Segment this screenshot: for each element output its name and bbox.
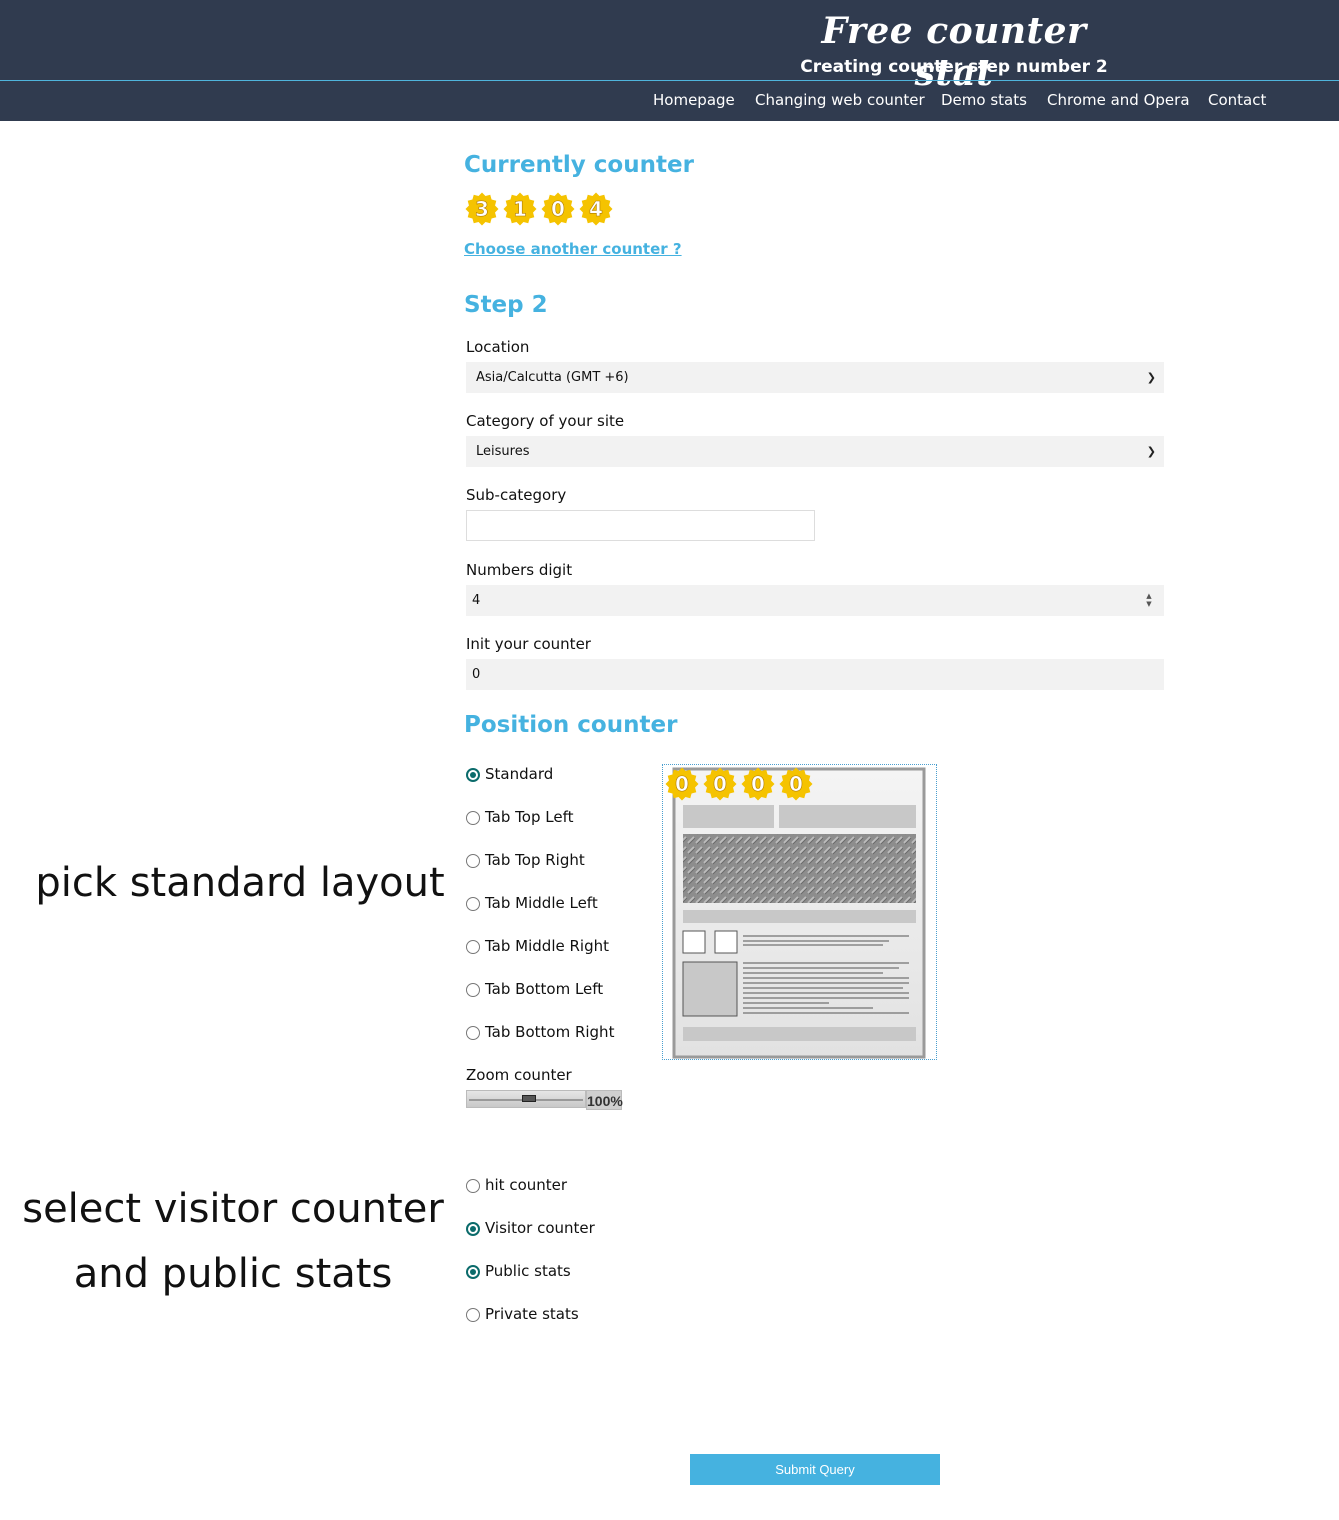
counter-digit: 1 — [503, 192, 537, 226]
radio-indicator[interactable] — [466, 983, 480, 997]
svg-text:0: 0 — [675, 772, 689, 796]
radio-indicator[interactable] — [466, 1308, 480, 1322]
position-counter-heading: Position counter — [464, 712, 678, 738]
radio-indicator[interactable] — [466, 940, 480, 954]
init-counter-input[interactable]: 0 — [466, 659, 1164, 690]
spin-down-icon[interactable]: ▼ — [1142, 600, 1156, 608]
submit-query-button[interactable]: Submit Query — [690, 1454, 940, 1485]
nav-chrome-and-opera[interactable]: Chrome and Opera — [1047, 91, 1190, 109]
preview-digit: 0 — [741, 767, 775, 801]
svg-text:0: 0 — [551, 197, 565, 221]
radio-indicator[interactable] — [466, 768, 480, 782]
radio-indicator[interactable] — [466, 1179, 480, 1193]
nav-changing-web-counter[interactable]: Changing web counter — [755, 91, 925, 109]
preview-digit: 0 — [665, 767, 699, 801]
numbers-digit-input[interactable]: 4 ▲ ▼ — [466, 585, 1164, 616]
step2-heading: Step 2 — [464, 292, 548, 318]
subcategory-label: Sub-category — [466, 486, 567, 504]
nav-demo-stats[interactable]: Demo stats — [941, 91, 1027, 109]
svg-text:0: 0 — [789, 772, 803, 796]
counter-digit: 4 — [579, 192, 613, 226]
annotation-select-visitor-line1: select visitor counter — [22, 1186, 444, 1232]
radio-indicator[interactable] — [466, 854, 480, 868]
position-preview: 0 0 0 0 — [662, 764, 937, 1060]
number-spinner[interactable]: ▲ ▼ — [1142, 592, 1156, 609]
site-subtitle: Creating counter step number 2 — [800, 57, 1108, 77]
init-counter-value: 0 — [472, 667, 481, 682]
init-counter-label: Init your counter — [466, 635, 591, 653]
chevron-down-icon: ❯ — [1146, 371, 1156, 384]
nav-contact[interactable]: Contact — [1208, 91, 1266, 109]
location-select[interactable]: Asia/Calcutta (GMT +6) ❯ — [466, 362, 1164, 393]
choose-another-counter-link[interactable]: Choose another counter ? — [464, 240, 682, 258]
location-label: Location — [466, 338, 530, 356]
radio-indicator[interactable] — [466, 897, 480, 911]
svg-text:3: 3 — [475, 197, 489, 221]
counter-digit: 0 — [541, 192, 575, 226]
zoom-counter-label: Zoom counter — [466, 1066, 572, 1084]
svg-text:4: 4 — [589, 197, 603, 221]
annotation-select-visitor-line2: and public stats — [73, 1251, 393, 1297]
radio-indicator[interactable] — [466, 1026, 480, 1040]
zoom-value: 100% — [586, 1090, 623, 1110]
svg-text:1: 1 — [513, 197, 527, 221]
chevron-down-icon: ❯ — [1146, 445, 1156, 458]
category-select[interactable]: Leisures ❯ — [466, 436, 1164, 467]
numbers-digit-value: 4 — [472, 593, 481, 608]
numbers-digit-label: Numbers digit — [466, 561, 573, 579]
category-label: Category of your site — [466, 412, 625, 430]
spin-up-icon[interactable]: ▲ — [1142, 592, 1156, 600]
preview-digit: 0 — [779, 767, 813, 801]
radio-indicator[interactable] — [466, 811, 480, 825]
zoom-handle[interactable] — [522, 1095, 536, 1102]
preview-digit: 0 — [703, 767, 737, 801]
nav-homepage[interactable]: Homepage — [653, 91, 735, 109]
page-mockup-icon — [672, 767, 926, 1059]
currently-counter-heading: Currently counter — [464, 152, 694, 178]
counter-digit: 3 — [465, 192, 499, 226]
svg-text:0: 0 — [751, 772, 765, 796]
site-header: Free counter stat Creating counter step … — [0, 0, 1339, 121]
radio-indicator[interactable] — [466, 1265, 480, 1279]
site-title: Free counter stat — [821, 10, 1087, 94]
annotation-pick-standard-layout: pick standard layout — [35, 860, 445, 906]
subcategory-input[interactable] — [466, 510, 815, 541]
zoom-slider[interactable]: 100% — [466, 1090, 623, 1110]
category-value: Leisures — [476, 444, 530, 459]
radio-indicator[interactable] — [466, 1222, 480, 1236]
header-divider — [0, 80, 1339, 81]
main-nav: Homepage Changing web counter Demo stats… — [0, 91, 1339, 113]
location-value: Asia/Calcutta (GMT +6) — [476, 370, 629, 385]
svg-text:0: 0 — [713, 772, 727, 796]
